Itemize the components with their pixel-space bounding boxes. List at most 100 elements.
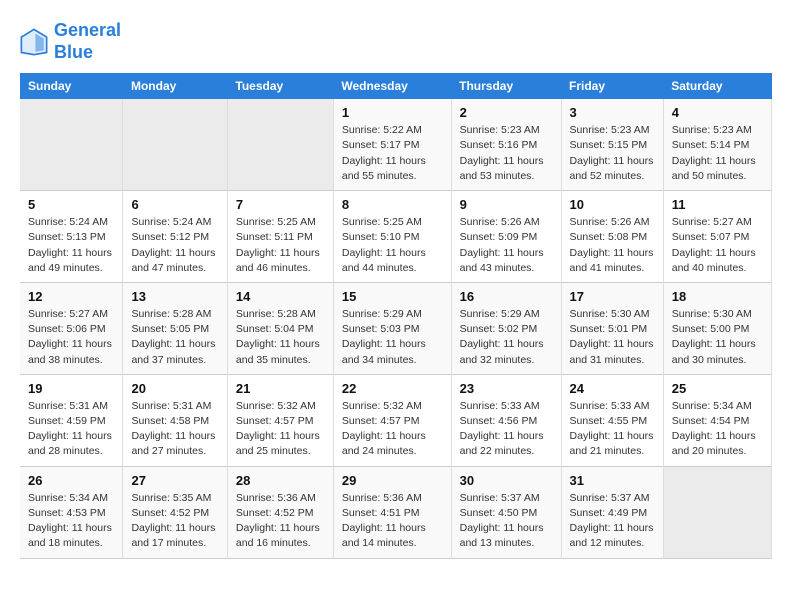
calendar-week-row: 5 Sunrise: 5:24 AMSunset: 5:13 PMDaylight… bbox=[20, 191, 772, 283]
weekday-header: Monday bbox=[123, 73, 227, 99]
calendar-cell: 14 Sunrise: 5:28 AMSunset: 5:04 PMDayligh… bbox=[227, 282, 333, 374]
calendar-cell: 20 Sunrise: 5:31 AMSunset: 4:58 PMDayligh… bbox=[123, 374, 227, 466]
day-number: 1 bbox=[342, 105, 443, 120]
day-info: Sunrise: 5:37 AMSunset: 4:49 PMDaylight:… bbox=[570, 491, 655, 552]
calendar-week-row: 12 Sunrise: 5:27 AMSunset: 5:06 PMDayligh… bbox=[20, 282, 772, 374]
calendar-cell: 27 Sunrise: 5:35 AMSunset: 4:52 PMDayligh… bbox=[123, 466, 227, 558]
day-number: 4 bbox=[672, 105, 763, 120]
calendar-cell: 15 Sunrise: 5:29 AMSunset: 5:03 PMDayligh… bbox=[333, 282, 451, 374]
day-info: Sunrise: 5:24 AMSunset: 5:12 PMDaylight:… bbox=[131, 215, 218, 276]
day-info: Sunrise: 5:31 AMSunset: 4:58 PMDaylight:… bbox=[131, 399, 218, 460]
calendar-cell: 21Sunrise: 5:32 AMSunset: 4:57 PMDayligh… bbox=[227, 374, 333, 466]
calendar-cell: 31 Sunrise: 5:37 AMSunset: 4:49 PMDayligh… bbox=[561, 466, 663, 558]
day-info: Sunrise: 5:23 AMSunset: 5:15 PMDaylight:… bbox=[570, 123, 655, 184]
day-number: 23 bbox=[460, 381, 553, 396]
calendar-table: SundayMondayTuesdayWednesdayThursdayFrid… bbox=[20, 73, 772, 558]
weekday-header: Friday bbox=[561, 73, 663, 99]
day-info: Sunrise: 5:29 AMSunset: 5:02 PMDaylight:… bbox=[460, 307, 553, 368]
day-info: Sunrise: 5:29 AMSunset: 5:03 PMDaylight:… bbox=[342, 307, 443, 368]
day-number: 24 bbox=[570, 381, 655, 396]
calendar-week-row: 19 Sunrise: 5:31 AMSunset: 4:59 PMDayligh… bbox=[20, 374, 772, 466]
page-header: General Blue bbox=[20, 20, 772, 63]
calendar-cell: 2Sunrise: 5:23 AMSunset: 5:16 PMDaylight… bbox=[451, 99, 561, 190]
calendar-cell: 26Sunrise: 5:34 AMSunset: 4:53 PMDayligh… bbox=[20, 466, 123, 558]
day-number: 14 bbox=[236, 289, 325, 304]
calendar-week-row: 1 Sunrise: 5:22 AMSunset: 5:17 PMDaylight… bbox=[20, 99, 772, 190]
calendar-cell: 24 Sunrise: 5:33 AMSunset: 4:55 PMDayligh… bbox=[561, 374, 663, 466]
calendar-cell: 3Sunrise: 5:23 AMSunset: 5:15 PMDaylight… bbox=[561, 99, 663, 190]
day-info: Sunrise: 5:25 AMSunset: 5:11 PMDaylight:… bbox=[236, 215, 325, 276]
calendar-cell: 11Sunrise: 5:27 AMSunset: 5:07 PMDayligh… bbox=[663, 191, 771, 283]
day-info: Sunrise: 5:33 AMSunset: 4:55 PMDaylight:… bbox=[570, 399, 655, 460]
calendar-cell bbox=[123, 99, 227, 190]
day-number: 25 bbox=[672, 381, 763, 396]
calendar-cell: 5 Sunrise: 5:24 AMSunset: 5:13 PMDaylight… bbox=[20, 191, 123, 283]
day-info: Sunrise: 5:28 AMSunset: 5:04 PMDaylight:… bbox=[236, 307, 325, 368]
calendar-cell bbox=[663, 466, 771, 558]
day-number: 15 bbox=[342, 289, 443, 304]
day-number: 22 bbox=[342, 381, 443, 396]
day-info: Sunrise: 5:27 AMSunset: 5:06 PMDaylight:… bbox=[28, 307, 114, 368]
day-number: 10 bbox=[570, 197, 655, 212]
calendar-cell bbox=[227, 99, 333, 190]
weekday-header: Thursday bbox=[451, 73, 561, 99]
calendar-cell: 25 Sunrise: 5:34 AMSunset: 4:54 PMDayligh… bbox=[663, 374, 771, 466]
calendar-cell: 9Sunrise: 5:26 AMSunset: 5:09 PMDaylight… bbox=[451, 191, 561, 283]
day-number: 18 bbox=[672, 289, 763, 304]
calendar-cell: 7 Sunrise: 5:25 AMSunset: 5:11 PMDaylight… bbox=[227, 191, 333, 283]
day-number: 31 bbox=[570, 473, 655, 488]
day-info: Sunrise: 5:30 AMSunset: 5:01 PMDaylight:… bbox=[570, 307, 655, 368]
calendar-cell: 16 Sunrise: 5:29 AMSunset: 5:02 PMDayligh… bbox=[451, 282, 561, 374]
calendar-week-row: 26Sunrise: 5:34 AMSunset: 4:53 PMDayligh… bbox=[20, 466, 772, 558]
logo-text: General bbox=[54, 20, 121, 42]
day-info: Sunrise: 5:26 AMSunset: 5:08 PMDaylight:… bbox=[570, 215, 655, 276]
calendar-cell: 17 Sunrise: 5:30 AMSunset: 5:01 PMDayligh… bbox=[561, 282, 663, 374]
day-info: Sunrise: 5:34 AMSunset: 4:54 PMDaylight:… bbox=[672, 399, 763, 460]
day-info: Sunrise: 5:35 AMSunset: 4:52 PMDaylight:… bbox=[131, 491, 218, 552]
calendar-cell: 23Sunrise: 5:33 AMSunset: 4:56 PMDayligh… bbox=[451, 374, 561, 466]
calendar-cell: 12 Sunrise: 5:27 AMSunset: 5:06 PMDayligh… bbox=[20, 282, 123, 374]
logo-text2: Blue bbox=[54, 42, 121, 64]
day-number: 11 bbox=[672, 197, 763, 212]
day-info: Sunrise: 5:31 AMSunset: 4:59 PMDaylight:… bbox=[28, 399, 114, 460]
calendar-cell: 1 Sunrise: 5:22 AMSunset: 5:17 PMDaylight… bbox=[333, 99, 451, 190]
day-number: 16 bbox=[460, 289, 553, 304]
calendar-cell: 18 Sunrise: 5:30 AMSunset: 5:00 PMDayligh… bbox=[663, 282, 771, 374]
calendar-cell: 4 Sunrise: 5:23 AMSunset: 5:14 PMDaylight… bbox=[663, 99, 771, 190]
day-number: 30 bbox=[460, 473, 553, 488]
day-info: Sunrise: 5:23 AMSunset: 5:14 PMDaylight:… bbox=[672, 123, 763, 184]
calendar-cell: 28Sunrise: 5:36 AMSunset: 4:52 PMDayligh… bbox=[227, 466, 333, 558]
day-number: 7 bbox=[236, 197, 325, 212]
calendar-cell: 6 Sunrise: 5:24 AMSunset: 5:12 PMDaylight… bbox=[123, 191, 227, 283]
day-info: Sunrise: 5:24 AMSunset: 5:13 PMDaylight:… bbox=[28, 215, 114, 276]
calendar-cell bbox=[20, 99, 123, 190]
day-number: 19 bbox=[28, 381, 114, 396]
day-info: Sunrise: 5:22 AMSunset: 5:17 PMDaylight:… bbox=[342, 123, 443, 184]
calendar-cell: 19 Sunrise: 5:31 AMSunset: 4:59 PMDayligh… bbox=[20, 374, 123, 466]
day-number: 9 bbox=[460, 197, 553, 212]
day-number: 12 bbox=[28, 289, 114, 304]
day-info: Sunrise: 5:36 AMSunset: 4:51 PMDaylight:… bbox=[342, 491, 443, 552]
day-number: 27 bbox=[131, 473, 218, 488]
day-number: 20 bbox=[131, 381, 218, 396]
weekday-header: Tuesday bbox=[227, 73, 333, 99]
calendar-cell: 13Sunrise: 5:28 AMSunset: 5:05 PMDayligh… bbox=[123, 282, 227, 374]
day-number: 5 bbox=[28, 197, 114, 212]
weekday-header: Wednesday bbox=[333, 73, 451, 99]
calendar-cell: 30Sunrise: 5:37 AMSunset: 4:50 PMDayligh… bbox=[451, 466, 561, 558]
day-number: 29 bbox=[342, 473, 443, 488]
day-info: Sunrise: 5:25 AMSunset: 5:10 PMDaylight:… bbox=[342, 215, 443, 276]
weekday-header: Saturday bbox=[663, 73, 771, 99]
day-number: 6 bbox=[131, 197, 218, 212]
logo-icon bbox=[20, 28, 48, 56]
day-number: 8 bbox=[342, 197, 443, 212]
day-info: Sunrise: 5:23 AMSunset: 5:16 PMDaylight:… bbox=[460, 123, 553, 184]
day-number: 13 bbox=[131, 289, 218, 304]
day-number: 28 bbox=[236, 473, 325, 488]
day-info: Sunrise: 5:30 AMSunset: 5:00 PMDaylight:… bbox=[672, 307, 763, 368]
calendar-cell: 10 Sunrise: 5:26 AMSunset: 5:08 PMDayligh… bbox=[561, 191, 663, 283]
calendar-header: SundayMondayTuesdayWednesdayThursdayFrid… bbox=[20, 73, 772, 99]
calendar-cell: 22Sunrise: 5:32 AMSunset: 4:57 PMDayligh… bbox=[333, 374, 451, 466]
calendar-cell: 8 Sunrise: 5:25 AMSunset: 5:10 PMDaylight… bbox=[333, 191, 451, 283]
day-number: 17 bbox=[570, 289, 655, 304]
